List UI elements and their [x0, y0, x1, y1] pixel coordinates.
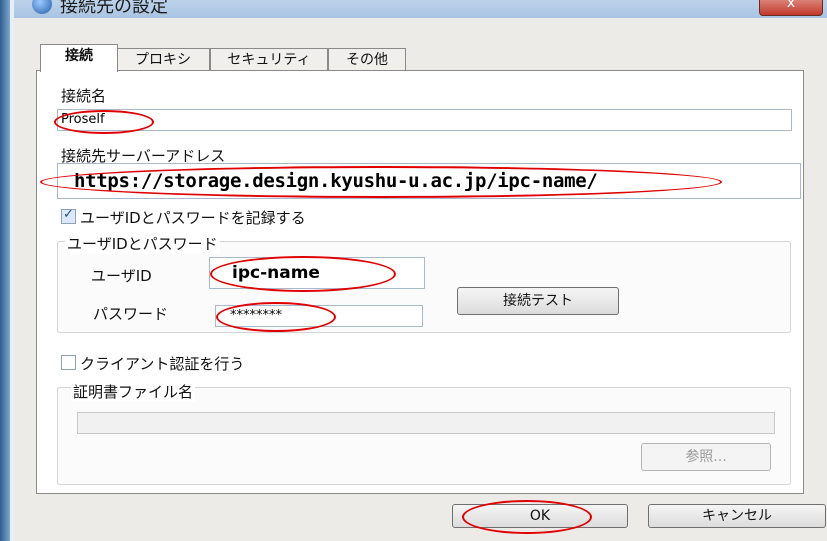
cancel-button[interactable]: キャンセル	[648, 504, 826, 528]
tab-proxy[interactable]: プロキシ	[116, 48, 210, 71]
password-label: パスワード	[93, 305, 169, 323]
connection-test-button[interactable]: 接続テスト	[457, 287, 619, 315]
tab-connection[interactable]: 接続	[40, 44, 118, 72]
user-id-input[interactable]: ipc-name	[209, 257, 425, 289]
certificate-group-title: 証明書ファイル名	[71, 381, 196, 402]
client-auth-label: クライアント認証を行う	[80, 355, 245, 373]
save-credentials-checkbox[interactable]: ✓	[61, 207, 76, 224]
window-title: 接続先の設定	[60, 0, 168, 17]
ok-button[interactable]: OK	[452, 504, 628, 528]
tab-security[interactable]: セキュリティ	[210, 48, 328, 71]
user-id-label: ユーザID	[91, 267, 152, 285]
app-icon	[32, 0, 52, 14]
connection-panel: 接続名 Proself 接続先サーバーアドレス https://storage.…	[36, 70, 804, 494]
connection-name-input[interactable]: Proself	[57, 109, 792, 131]
window-frame-edge	[0, 0, 10, 541]
credentials-group-title: ユーザIDとパスワード	[65, 233, 220, 254]
server-address-input[interactable]: https://storage.design.kyushu-u.ac.jp/ip…	[57, 163, 801, 199]
connection-name-label: 接続名	[61, 87, 107, 105]
certificate-file-input[interactable]	[77, 412, 775, 434]
check-mark-icon: ✓	[63, 207, 74, 222]
tab-other[interactable]: その他	[328, 48, 406, 71]
save-credentials-label: ユーザIDとパスワードを記録する	[80, 209, 306, 227]
close-button[interactable]: x	[759, 0, 823, 16]
client-auth-checkbox[interactable]	[61, 355, 76, 370]
title-bar: 接続先の設定 x	[14, 0, 827, 19]
password-input[interactable]: ********	[215, 305, 423, 327]
browse-button[interactable]: 参照...	[641, 443, 771, 471]
